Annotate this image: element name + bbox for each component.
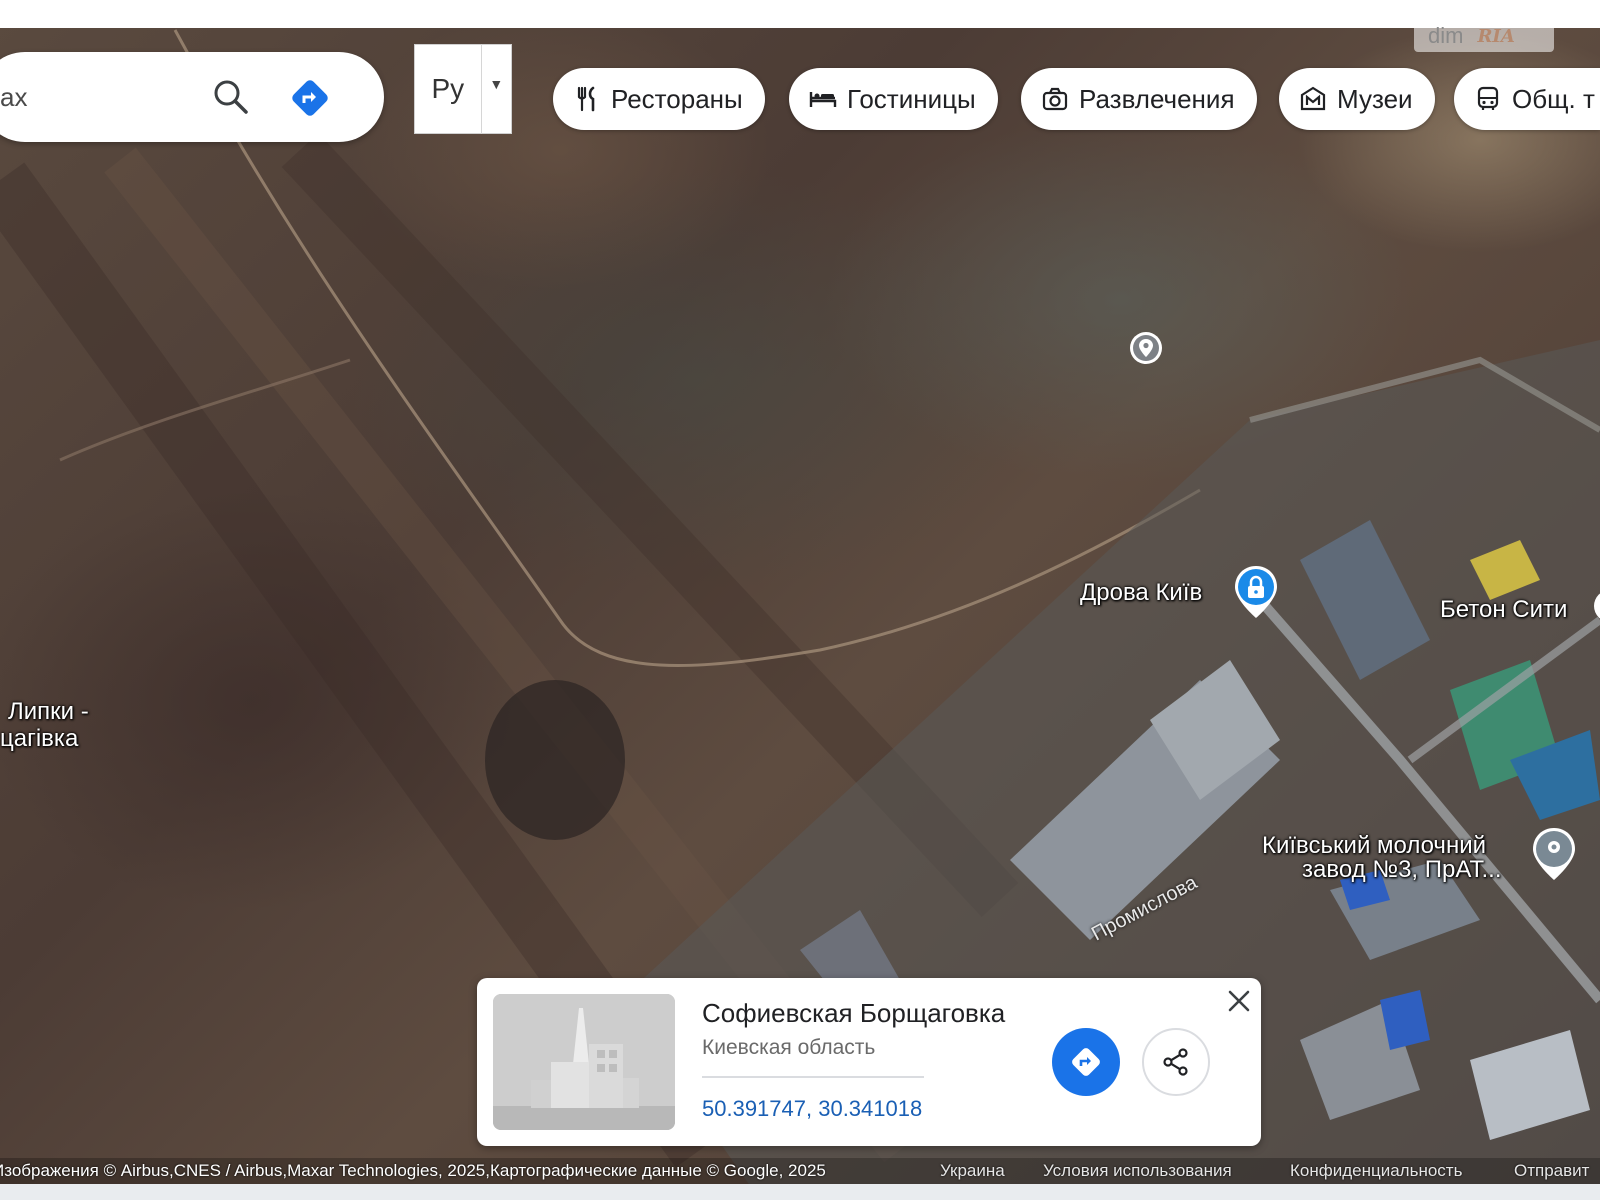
- search-box[interactable]: ax: [0, 52, 384, 142]
- place-label-lipki-line2[interactable]: цагівка: [0, 725, 78, 753]
- place-title: Софиевская Борщаговка: [702, 998, 1006, 1028]
- place-coordinates[interactable]: 50.391747, 30.341018: [702, 1096, 922, 1122]
- bed-icon: [809, 92, 837, 107]
- directions-button[interactable]: [1052, 1028, 1120, 1096]
- language-select[interactable]: Ру ▼: [414, 44, 512, 134]
- watermark-logo: dim RIA: [1414, 20, 1554, 52]
- chip-hotels[interactable]: Гостиницы: [789, 68, 998, 130]
- attribution-privacy-link[interactable]: Конфиденциальность: [1290, 1161, 1462, 1181]
- attribution-terms-link[interactable]: Условия использования: [1043, 1161, 1232, 1181]
- watermark-ria: RIA: [1477, 25, 1515, 47]
- browser-top-strip: [0, 0, 1600, 28]
- chip-label-transit: Общ. т: [1512, 83, 1595, 114]
- attribution-bar: Изображения © Airbus,CNES / Airbus,Maxar…: [0, 1158, 1600, 1184]
- place-subtitle: Киевская область: [702, 1036, 876, 1059]
- directions-icon[interactable]: [290, 78, 330, 118]
- chip-label-restaurants: Рестораны: [611, 83, 743, 114]
- browser-bottom-strip: [0, 1184, 1600, 1200]
- bus-icon: [1477, 86, 1499, 110]
- watermark-dim: dim: [1428, 23, 1464, 48]
- place-info-card[interactable]: Софиевская Борщаговка Киевская область 5…: [477, 978, 1261, 1146]
- close-icon[interactable]: [1226, 988, 1252, 1014]
- share-icon: [1163, 1048, 1188, 1076]
- fork-knife-icon: [577, 86, 595, 112]
- search-input[interactable]: ax: [0, 82, 180, 113]
- attribution-text: Изображения © Airbus,CNES / Airbus,Maxar…: [0, 1161, 826, 1180]
- place-label-drova[interactable]: Дрова Київ: [1080, 579, 1202, 607]
- bush-patch: [485, 680, 625, 840]
- chip-museums[interactable]: Музеи: [1279, 68, 1435, 130]
- place-thumbnail[interactable]: [493, 994, 675, 1130]
- place-label-lipki-line1[interactable]: Липки -: [8, 698, 89, 726]
- chip-label-museums: Музеи: [1337, 83, 1413, 114]
- directions-icon: [1072, 1048, 1100, 1076]
- camera-icon: [1042, 87, 1068, 111]
- search-icon[interactable]: [212, 78, 250, 116]
- chip-restaurants[interactable]: Рестораны: [553, 68, 765, 130]
- attribution-country[interactable]: Украина: [940, 1161, 1005, 1181]
- attribution-feedback-link[interactable]: Отправит: [1514, 1161, 1589, 1181]
- place-label-beton[interactable]: Бетон Сити: [1440, 596, 1567, 624]
- chip-transit[interactable]: Общ. т: [1454, 68, 1600, 130]
- chip-label-hotels: Гостиницы: [847, 83, 976, 114]
- share-button[interactable]: [1142, 1028, 1210, 1096]
- museum-icon: [1300, 86, 1326, 111]
- card-divider: [702, 1076, 924, 1078]
- language-value[interactable]: Ру: [415, 44, 482, 134]
- chevron-down-icon[interactable]: ▼: [482, 76, 511, 92]
- chip-entertainment[interactable]: Развлечения: [1021, 68, 1257, 130]
- place-label-zavod-line2[interactable]: завод №3, ПрАТ...: [1302, 856, 1502, 884]
- chip-label-entertainment: Развлечения: [1079, 83, 1235, 114]
